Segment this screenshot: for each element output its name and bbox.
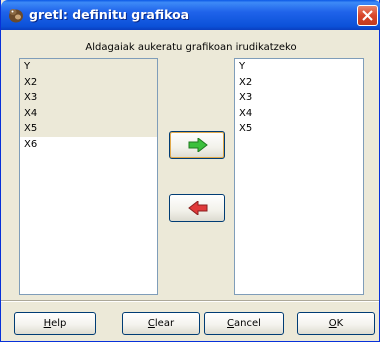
list-item[interactable]: X3 [235, 90, 363, 106]
clear-mnemonic: C [147, 318, 155, 329]
clear-button[interactable]: Clear [122, 312, 200, 335]
list-item[interactable]: X4 [20, 105, 157, 121]
title-bar[interactable]: gretl: definitu grafikoa [1, 0, 380, 30]
list-item[interactable]: X3 [20, 90, 157, 106]
help-button[interactable]: Help [14, 312, 96, 335]
cancel-mnemonic: C [227, 318, 235, 329]
gretl-icon [7, 7, 24, 23]
dialog-window: gretl: definitu grafikoa Aldagaiak auker… [0, 0, 380, 342]
add-variable-button[interactable] [169, 131, 225, 159]
cancel-button[interactable]: Cancel [204, 312, 284, 335]
ok-mnemonic: O [328, 318, 337, 329]
list-item[interactable]: Y [235, 59, 363, 75]
instruction-label: Aldagaiak aukeratu grafikoan irudikatzek… [85, 42, 297, 53]
remove-variable-button[interactable] [169, 194, 225, 222]
list-item[interactable]: X5 [235, 121, 363, 137]
list-item[interactable]: X5 [20, 121, 157, 137]
list-item[interactable]: X6 [20, 137, 157, 153]
available-variables-list[interactable]: Y X2 X3 X4 X5 X6 [19, 58, 158, 295]
divider [1, 300, 379, 302]
list-item[interactable]: X2 [20, 74, 157, 90]
close-icon [362, 10, 373, 21]
clear-label: lear [154, 318, 175, 329]
ok-button[interactable]: OK [297, 312, 375, 335]
cancel-label: ancel [234, 318, 261, 329]
help-label: elp [51, 318, 67, 329]
list-item[interactable]: X4 [235, 106, 363, 122]
list-item[interactable]: Y [20, 59, 157, 75]
window-title: gretl: definitu grafikoa [29, 7, 190, 22]
list-item[interactable]: X2 [235, 75, 363, 91]
close-button[interactable] [357, 5, 378, 26]
help-mnemonic: H [43, 318, 52, 329]
selected-variables-list[interactable]: Y X2 X3 X4 X5 [234, 58, 364, 295]
arrow-left-icon [188, 201, 208, 215]
ok-label: K [336, 318, 344, 329]
arrow-right-icon [188, 138, 208, 152]
